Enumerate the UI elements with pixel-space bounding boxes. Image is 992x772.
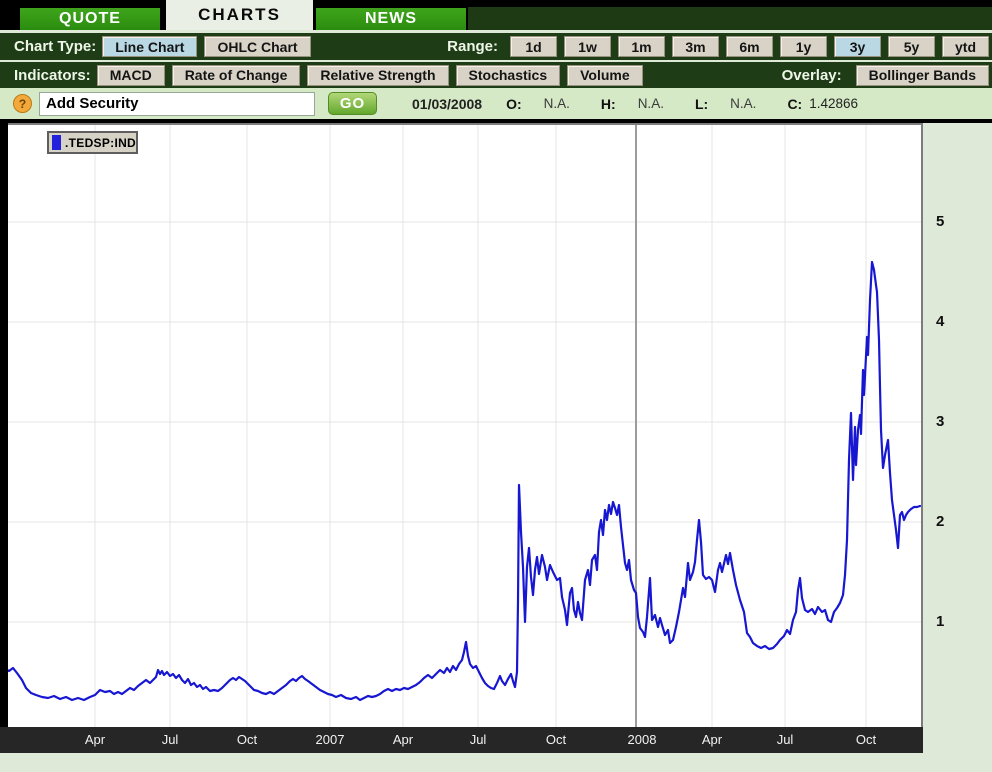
- y-axis-label: 4: [936, 313, 962, 330]
- security-bar: ? GO 01/03/2008 O: N.A. H: N.A. L: N.A. C: 1.42…: [0, 88, 992, 119]
- range-button-1d[interactable]: 1d: [510, 36, 557, 57]
- series-legend-chip[interactable]: .TEDSP:IND: [47, 131, 138, 154]
- series-legend-label: .TEDSP:IND: [65, 136, 136, 150]
- tab-bar-filler: [468, 7, 992, 30]
- quote-field-H: H: N.A.: [570, 96, 664, 112]
- indicator-button-relative-strength[interactable]: Relative Strength: [307, 65, 448, 86]
- x-axis-label: Oct: [546, 727, 566, 753]
- quote-date: 01/03/2008: [412, 96, 482, 112]
- chart-type-button-ohlc-chart[interactable]: OHLC Chart: [204, 36, 310, 57]
- indicator-button-volume[interactable]: Volume: [567, 65, 643, 86]
- quote-field-value: N.A.: [730, 96, 756, 111]
- price-line: [8, 262, 920, 700]
- chart-type-toolbar: Chart Type: Line Chart OHLC Chart Range: …: [0, 30, 992, 60]
- tab-bar: QUOTE CHARTSNEWS: [0, 0, 992, 30]
- indicators-toolbar: Indicators: MACD Rate of Change Relative S…: [0, 60, 992, 88]
- quote-field-L: L: N.A.: [664, 96, 756, 112]
- quote-field-value: 1.42866: [809, 96, 858, 111]
- y-axis-label: 5: [936, 213, 962, 230]
- range-button-3y[interactable]: 3y: [834, 36, 881, 57]
- x-axis-label: Jul: [162, 727, 179, 753]
- overlay-buttons: Bollinger Bands: [856, 65, 989, 86]
- tab-news[interactable]: NEWS: [316, 8, 466, 30]
- x-axis-label: 2008: [628, 727, 657, 753]
- x-axis-label: Apr: [393, 727, 413, 753]
- range-button-5y[interactable]: 5y: [888, 36, 935, 57]
- overlay-button-bollinger-bands[interactable]: Bollinger Bands: [856, 65, 989, 86]
- chart-type-buttons: Line Chart OHLC Chart: [102, 36, 310, 57]
- chart-plot-area[interactable]: [8, 123, 923, 727]
- indicators-label: Indicators:: [14, 67, 91, 84]
- x-axis-label: Jul: [777, 727, 794, 753]
- range-button-ytd[interactable]: ytd: [942, 36, 989, 57]
- x-axis-label: Apr: [702, 727, 722, 753]
- add-security-input[interactable]: [39, 92, 315, 116]
- x-axis-label: Oct: [237, 727, 257, 753]
- indicator-button-stochastics[interactable]: Stochastics: [456, 65, 561, 86]
- y-axis-label: 1: [936, 613, 962, 630]
- quote-field-O: O: N.A.: [482, 96, 570, 112]
- chart-type-button-line-chart[interactable]: Line Chart: [102, 36, 197, 57]
- ohlc-readout: O: N.A. H: N.A. L: N.A. C: 1.42866: [482, 96, 858, 112]
- x-axis-label: Apr: [85, 727, 105, 753]
- chart-plot-svg[interactable]: [8, 125, 921, 727]
- range-button-1y[interactable]: 1y: [780, 36, 827, 57]
- range-button-3m[interactable]: 3m: [672, 36, 719, 57]
- y-axis-label: 2: [936, 513, 962, 530]
- range-buttons: 1d 1w 1m 3m 6m 1y 3y 5y ytd: [510, 36, 989, 57]
- overlay-group: Overlay: Bollinger Bands: [782, 65, 992, 86]
- x-axis-bar: Apr Jul Oct 2007 Apr Jul Oct 2008 Apr Jul Oct: [0, 727, 923, 753]
- range-button-1w[interactable]: 1w: [564, 36, 611, 57]
- indicator-button-macd[interactable]: MACD: [97, 65, 165, 86]
- indicator-buttons: MACD Rate of Change Relative Strength Stoch…: [97, 65, 643, 86]
- x-axis-label: 2007: [316, 727, 345, 753]
- x-axis-label: Jul: [470, 727, 487, 753]
- quote-field-value: N.A.: [638, 96, 664, 111]
- range-group: Range: 1d 1w 1m 3m 6m 1y 3y 5y ytd: [447, 36, 992, 57]
- chart-region: .TEDSP:IND 1 2 3 4 5 Apr Jul Oct 2007 Apr Jul Oct 2…: [0, 123, 992, 753]
- chart-left-border: [0, 123, 8, 753]
- quote-field-label: C:: [787, 96, 802, 112]
- range-button-1m[interactable]: 1m: [618, 36, 665, 57]
- tab-quote[interactable]: QUOTE: [20, 8, 160, 30]
- indicator-button-rate-of-change[interactable]: Rate of Change: [172, 65, 301, 86]
- quote-field-label: H:: [601, 96, 616, 112]
- overlay-label: Overlay:: [782, 67, 842, 84]
- quote-field-label: O:: [506, 96, 522, 112]
- series-color-swatch: [52, 135, 61, 150]
- y-axis-label: 3: [936, 413, 962, 430]
- help-icon[interactable]: ?: [13, 94, 32, 113]
- quote-field-C: C: 1.42866: [756, 96, 858, 112]
- range-label: Range:: [447, 38, 498, 55]
- charting-app-window: QUOTE CHARTSNEWS Chart Type: Line Chart OH…: [0, 0, 992, 772]
- range-button-6m[interactable]: 6m: [726, 36, 773, 57]
- quote-field-label: L:: [695, 96, 708, 112]
- chart-type-label: Chart Type:: [14, 38, 96, 55]
- quote-field-value: N.A.: [544, 96, 570, 111]
- x-axis-label: Oct: [856, 727, 876, 753]
- tab-charts[interactable]: CHARTS: [166, 0, 313, 30]
- go-button[interactable]: GO: [328, 92, 377, 115]
